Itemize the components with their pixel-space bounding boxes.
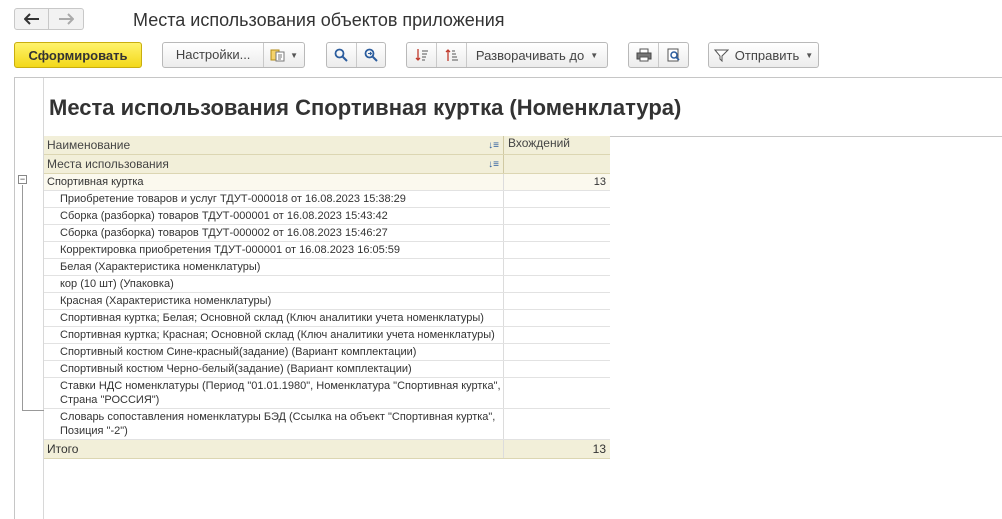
chevron-down-icon: ▼ (290, 50, 299, 60)
report-border-top (14, 77, 1002, 78)
table-row[interactable]: Сборка (разборка) товаров ТДУТ-000002 от… (44, 225, 610, 242)
table-row[interactable]: Ставки НДС номенклатуры (Период "01.01.1… (44, 378, 610, 409)
usage-count (504, 208, 610, 224)
print-preview-button[interactable] (658, 43, 688, 67)
send-label: Отправить (734, 47, 800, 63)
table-row[interactable]: Спортивная куртка; Белая; Основной склад… (44, 310, 610, 327)
table-row[interactable]: Приобретение товаров и услуг ТДУТ-000018… (44, 191, 610, 208)
navigation-buttons (14, 8, 84, 30)
report-header-edge (610, 136, 1002, 137)
arrow-right-icon (59, 13, 74, 25)
total-row[interactable]: Итого 13 (44, 440, 610, 459)
printer-icon (636, 48, 651, 62)
window-title: Места использования объектов приложения (133, 10, 505, 30)
column-header-usage-label: Места использования (47, 157, 169, 171)
table-row[interactable]: Спортивный костюм Черно-белый(задание) (… (44, 361, 610, 378)
usage-count (504, 191, 610, 207)
total-count: 13 (592, 442, 606, 456)
usage-name: Приобретение товаров и услуг ТДУТ-000018… (44, 191, 504, 207)
usage-name: Спортивный костюм Черно-белый(задание) (… (44, 361, 504, 377)
sort-indicator-icon: ↓≡ (488, 158, 499, 170)
column-header-name-label: Наименование (47, 138, 131, 152)
usage-count (504, 259, 610, 275)
table-row[interactable]: Словарь сопоставления номенклатуры БЭД (… (44, 409, 610, 440)
sort-ascending-icon (445, 49, 458, 61)
usage-count (504, 225, 610, 241)
forward-button[interactable] (49, 8, 84, 30)
usage-count (504, 276, 610, 292)
report-table: Наименование ↓≡ Вхождений Места использо… (44, 136, 610, 459)
search-button-group (326, 42, 386, 68)
expand-to-dropdown[interactable]: Разворачивать до ▼ (467, 48, 607, 63)
expand-to-label: Разворачивать до (475, 47, 585, 63)
send-icon (713, 49, 729, 62)
usage-name: Сборка (разборка) товаров ТДУТ-000002 от… (44, 225, 504, 241)
print-button[interactable] (629, 43, 658, 67)
tree-group-line (22, 185, 23, 410)
generate-button[interactable]: Сформировать (14, 42, 142, 68)
column-header-usage[interactable]: Места использования ↓≡ (44, 155, 504, 173)
back-button[interactable] (14, 8, 49, 30)
sort-indicator-icon: ↓≡ (488, 139, 499, 151)
group-row-name: Спортивная куртка (44, 174, 504, 190)
table-row[interactable]: Корректировка приобретения ТДУТ-000001 о… (44, 242, 610, 259)
report-variants-icon (270, 49, 285, 62)
table-subheader-row: Места использования ↓≡ (44, 155, 610, 174)
table-row[interactable]: Белая (Характеристика номенклатуры) (44, 259, 610, 276)
usage-name: Ставки НДС номенклатуры (Период "01.01.1… (44, 378, 504, 408)
report-border-left (14, 77, 15, 519)
usage-name: кор (10 шт) (Упаковка) (44, 276, 504, 292)
variants-dropdown[interactable]: ▼ (264, 48, 304, 62)
sort-descending-icon (415, 49, 428, 61)
column-header-name[interactable]: Наименование ↓≡ (44, 136, 504, 154)
send-dropdown[interactable]: Отправить ▼ (708, 42, 819, 68)
usage-count (504, 327, 610, 343)
table-row[interactable]: Красная (Характеристика номенклатуры) (44, 293, 610, 310)
arrow-left-icon (23, 13, 39, 25)
usage-count (504, 242, 610, 258)
collapse-group-toggle[interactable]: − (18, 175, 27, 184)
find-button[interactable] (327, 43, 356, 67)
usage-count (504, 409, 610, 439)
settings-button[interactable]: Настройки... (163, 43, 265, 67)
table-row[interactable]: Спортивный костюм Сине-красный(задание) … (44, 344, 610, 361)
column-header-count[interactable]: Вхождений (504, 136, 610, 154)
sort-expand-group: Разворачивать до ▼ (406, 42, 608, 68)
usage-count (504, 361, 610, 377)
usage-name: Белая (Характеристика номенклатуры) (44, 259, 504, 275)
usage-name: Спортивный костюм Сине-красный(задание) … (44, 344, 504, 360)
find-next-button[interactable] (355, 43, 386, 67)
usage-name: Красная (Характеристика номенклатуры) (44, 293, 504, 309)
table-row[interactable]: кор (10 шт) (Упаковка) (44, 276, 610, 293)
sort-ascending-button[interactable] (437, 43, 467, 67)
usage-count (504, 310, 610, 326)
tree-group-line-end (22, 410, 44, 411)
search-next-icon (364, 48, 378, 62)
table-header-row: Наименование ↓≡ Вхождений (44, 136, 610, 155)
usage-count (504, 378, 610, 408)
usage-name: Корректировка приобретения ТДУТ-000001 о… (44, 242, 504, 258)
usage-name: Спортивная куртка; Белая; Основной склад… (44, 310, 504, 326)
settings-button-group: Настройки... ▼ (162, 42, 305, 68)
print-button-group (628, 42, 689, 68)
report-title: Места использования Спортивная куртка (Н… (49, 95, 682, 120)
usage-name: Спортивная куртка; Красная; Основной скл… (44, 327, 504, 343)
usage-name: Сборка (разборка) товаров ТДУТ-000001 от… (44, 208, 504, 224)
total-label: Итого (44, 440, 504, 458)
group-row-count: 13 (593, 176, 606, 188)
usage-count (504, 344, 610, 360)
chevron-down-icon: ▼ (590, 50, 599, 60)
table-row[interactable]: Спортивная куртка; Красная; Основной скл… (44, 327, 610, 344)
chevron-down-icon: ▼ (805, 50, 814, 60)
print-preview-icon (667, 48, 680, 62)
usage-count (504, 293, 610, 309)
group-row[interactable]: Спортивная куртка 13 (44, 174, 610, 191)
usage-name: Словарь сопоставления номенклатуры БЭД (… (44, 409, 504, 439)
table-row[interactable]: Сборка (разборка) товаров ТДУТ-000001 от… (44, 208, 610, 225)
search-icon (334, 48, 348, 62)
column-header-count-blank (504, 155, 610, 173)
sort-descending-button[interactable] (407, 43, 437, 67)
